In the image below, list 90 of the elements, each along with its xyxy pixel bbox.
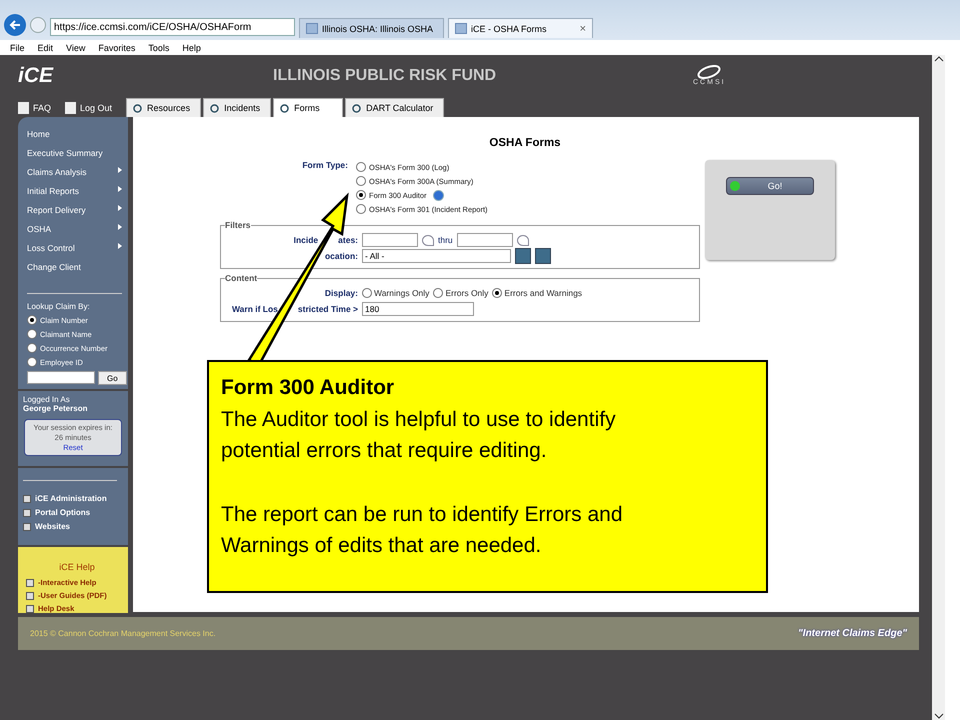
square-icon — [65, 102, 76, 114]
radio-button[interactable] — [356, 190, 366, 200]
radio-button[interactable] — [356, 204, 366, 214]
tagline: "Internet Claims Edge" — [798, 628, 907, 639]
menu-item[interactable]: Help — [182, 42, 201, 52]
user-name: George Peterson — [23, 404, 88, 413]
page-tab[interactable]: DART Calculator — [345, 98, 444, 117]
callout-text: The Auditor tool is helpful to use to identify potential errors that require editing. — [221, 406, 617, 464]
field-label: Display: — [324, 288, 358, 298]
radio-label: Warnings Only — [374, 288, 430, 298]
page-icon — [455, 23, 467, 34]
sidebar-item[interactable]: Executive Summary — [27, 148, 128, 167]
calendar-icon[interactable] — [516, 234, 529, 246]
site-logo: iCE — [18, 64, 54, 88]
page-tab[interactable]: Resources — [126, 98, 202, 117]
sidebar-item[interactable]: Home — [27, 129, 128, 148]
sidebar-link[interactable]: iCE Administration — [23, 494, 123, 504]
go-button[interactable]: Go — [98, 371, 127, 385]
back-button[interactable] — [4, 14, 26, 36]
radio-button[interactable] — [27, 357, 37, 367]
help-icon[interactable] — [432, 190, 444, 200]
address-field[interactable]: https://ice.ccmsi.com/iCE/OSHA/OSHAForm — [50, 18, 295, 36]
page-tab[interactable]: Incidents — [203, 98, 272, 117]
field-label: ocation: — [324, 251, 358, 261]
calendar-icon[interactable] — [422, 234, 434, 246]
callout-title: Form 300 Auditor — [221, 375, 396, 401]
callout-text: The report can be run to identify Errors and Warnings of edits that are needed. — [221, 502, 624, 559]
field-label: Form Type: — [301, 160, 348, 172]
radio-button[interactable] — [356, 176, 366, 186]
triangle-right-icon — [118, 205, 122, 211]
site-title: ILLINOIS PUBLIC RISK FUND — [273, 66, 498, 84]
menu-item[interactable]: Edit — [38, 42, 54, 52]
menu-item[interactable]: Favorites — [98, 42, 136, 52]
radio-label: Errors Only — [445, 288, 488, 298]
page-icon — [306, 23, 318, 34]
triangle-right-icon — [118, 224, 122, 230]
square-icon — [18, 102, 29, 114]
browser-tab[interactable]: iCE - OSHA Forms × — [448, 18, 593, 38]
field-label: Incide — [294, 235, 318, 245]
location-field[interactable]: - All - — [362, 249, 511, 263]
days-field[interactable]: 180 — [362, 302, 474, 316]
copyright-text: 2015 © Cannon Cochran Management Services Inc. — [30, 629, 216, 638]
radio-button[interactable] — [433, 288, 444, 298]
sidebar-link[interactable]: Websites — [23, 522, 123, 532]
thru-label: thru — [438, 235, 453, 245]
date-field[interactable] — [362, 233, 418, 247]
go-button[interactable]: Go! — [726, 177, 814, 195]
menu-item[interactable]: View — [66, 42, 86, 52]
radio-button[interactable] — [27, 315, 37, 325]
sidebar-item[interactable]: Loss Control — [27, 243, 128, 262]
chevron-down-icon[interactable] — [934, 712, 944, 720]
logged-in-label: Logged In As — [23, 395, 71, 404]
sidebar-item[interactable]: Initial Reports — [27, 186, 128, 205]
nav-link[interactable]: Log Out — [65, 102, 112, 114]
triangle-right-icon — [118, 167, 122, 173]
circle-icon — [133, 104, 142, 112]
field-label: stricted Time > — [298, 304, 358, 314]
radio-button[interactable] — [492, 288, 502, 298]
radio-button[interactable] — [356, 162, 366, 172]
radio-button[interactable] — [362, 288, 372, 298]
group-legend: Filters — [225, 220, 251, 230]
field-label: ates: — [338, 235, 358, 245]
radio-button[interactable] — [27, 329, 37, 339]
circle-icon — [352, 104, 362, 112]
radio-label: Errors and Warnings — [504, 288, 582, 298]
lookup-field[interactable] — [27, 371, 95, 384]
sidebar-item[interactable]: Claims Analysis — [27, 167, 128, 186]
help-title: iCE Help — [58, 562, 96, 572]
browser-tab[interactable]: Illinois OSHA: Illinois OSHA — [299, 18, 444, 38]
date-field[interactable] — [456, 233, 513, 247]
circle-icon — [280, 104, 290, 112]
sidebar-link[interactable]: Portal Options — [23, 508, 123, 518]
sidebar-item[interactable]: Change Client — [27, 262, 128, 281]
sidebar-item[interactable]: OSHA — [27, 224, 128, 243]
lookup-title: Lookup Claim By: — [27, 302, 91, 311]
page-tab[interactable]: Forms — [273, 98, 344, 117]
circle-icon — [210, 104, 220, 112]
menu-item[interactable]: File — [10, 42, 25, 52]
triangle-right-icon — [118, 186, 122, 192]
group-legend: Content — [225, 273, 258, 283]
form-title: OSHA Forms — [488, 137, 562, 149]
sidebar-item[interactable]: Report Delivery — [27, 205, 128, 224]
scrollbar[interactable] — [932, 55, 945, 720]
field-label: Warn if Los — [232, 304, 278, 314]
triangle-right-icon — [118, 243, 122, 249]
chevron-up-icon[interactable] — [934, 55, 944, 63]
radio-button[interactable] — [27, 343, 37, 353]
arrow-left-icon — [9, 19, 21, 31]
nav-link[interactable]: FAQ — [18, 102, 52, 114]
menu-item[interactable]: Tools — [148, 42, 170, 52]
